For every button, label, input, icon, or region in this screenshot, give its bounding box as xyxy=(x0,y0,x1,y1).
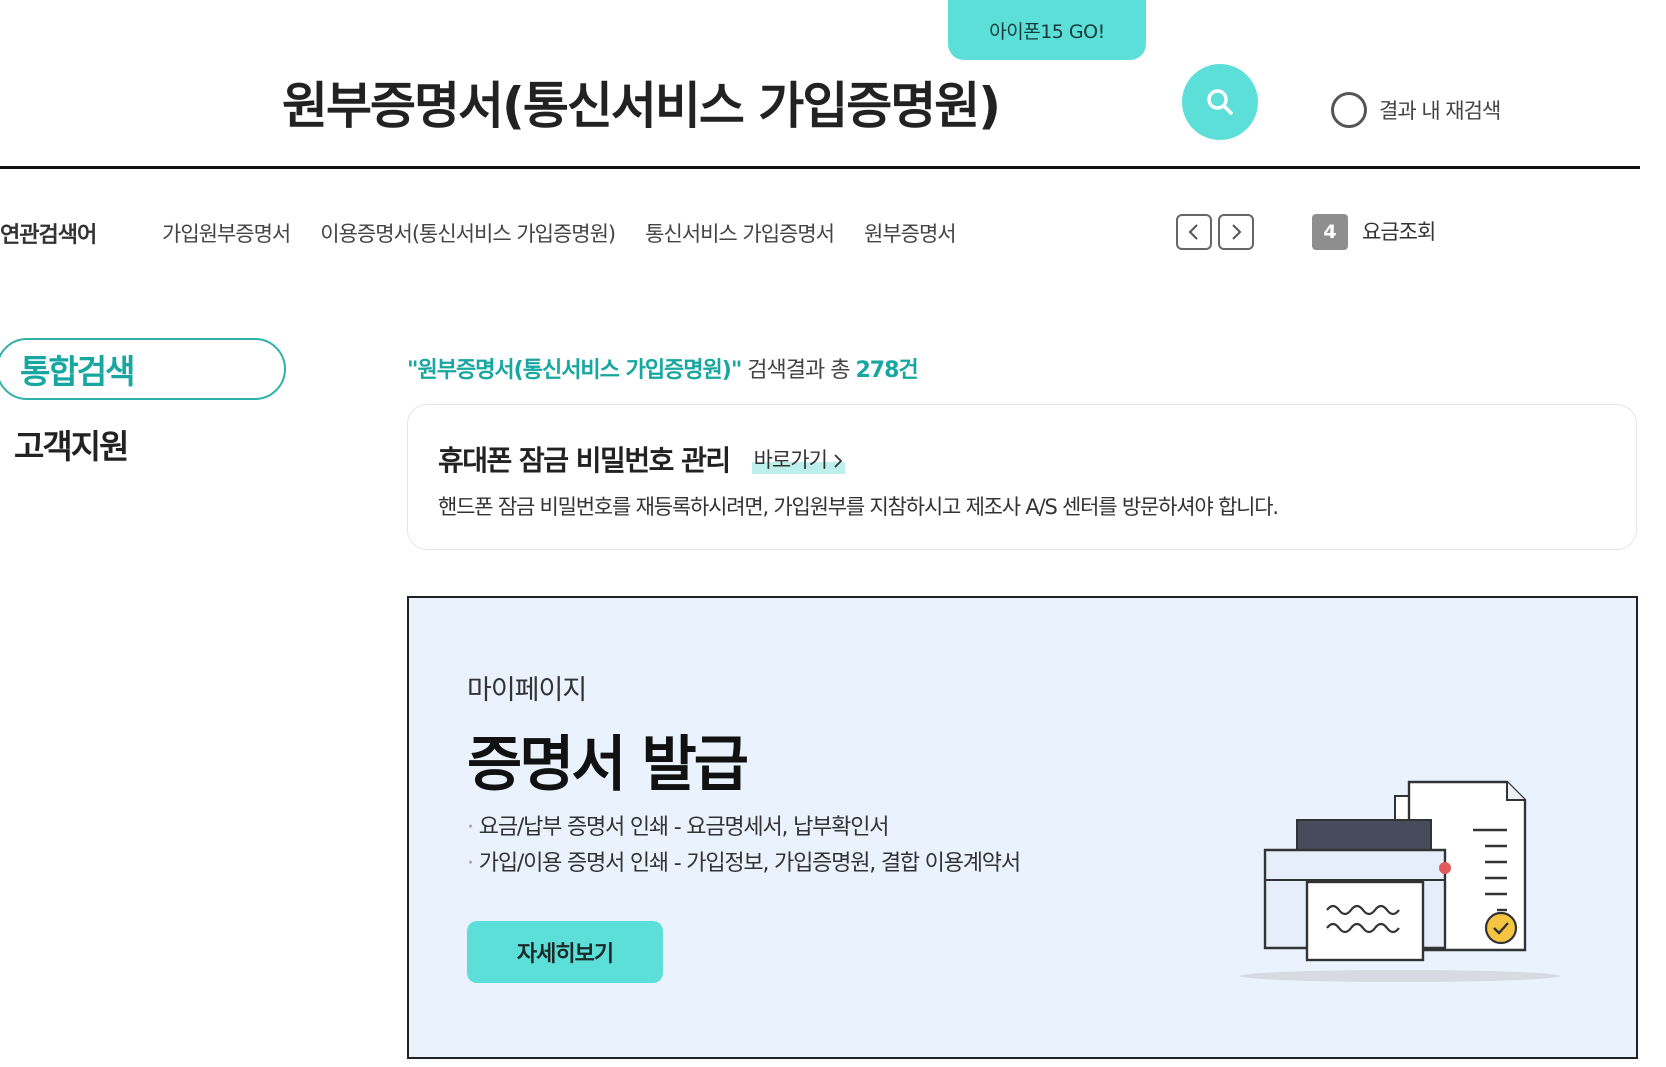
research-label: 결과 내 재검색 xyxy=(1379,99,1501,123)
search-query-title[interactable]: 원부증명서(통신서비스 가입증명원) xyxy=(282,66,1001,138)
sidebar-item-integrated-search[interactable]: 통합검색 xyxy=(0,338,286,400)
chevron-right-icon xyxy=(1232,224,1242,240)
research-within-results[interactable]: 결과 내 재검색 xyxy=(1331,92,1501,128)
view-details-button[interactable]: 자세히보기 xyxy=(467,921,663,983)
promo-button[interactable]: 아이폰15 GO! xyxy=(948,0,1146,60)
result-count: 278건 xyxy=(855,358,918,383)
result-card: 휴대폰 잠금 비밀번호 관리 바로가기 핸드폰 잠금 비밀번호를 재등록하시려면… xyxy=(407,404,1637,550)
related-keyword[interactable]: 이용증명서(통신서비스 가입증명원) xyxy=(320,218,616,248)
related-prev-button[interactable] xyxy=(1176,214,1212,250)
related-keyword[interactable]: 원부증명서 xyxy=(864,218,957,248)
result-card-title: 휴대폰 잠금 비밀번호 관리 xyxy=(438,444,731,477)
popular-rank-badge: 4 xyxy=(1312,214,1348,250)
result-count-prefix: 검색결과 총 xyxy=(741,358,856,383)
banner-bullet-list: 요금/납부 증명서 인쇄 - 요금명세서, 납부확인서 가입/이용 증명서 인쇄… xyxy=(467,810,1021,882)
chevron-right-icon xyxy=(833,454,842,468)
shortcut-link-label: 바로가기 xyxy=(753,448,828,472)
printer-illustration xyxy=(1240,780,1560,982)
certificate-banner: 마이페이지 증명서 발급 요금/납부 증명서 인쇄 - 요금명세서, 납부확인서… xyxy=(407,596,1638,1059)
search-icon xyxy=(1207,89,1233,115)
sidebar-item-customer-support[interactable]: 고객지원 xyxy=(14,420,129,468)
related-keyword[interactable]: 통신서비스 가입증명서 xyxy=(645,218,835,248)
related-keywords-title: 연관검색어 xyxy=(0,223,97,248)
related-keywords-list: 가입원부증명서 이용증명서(통신서비스 가입증명원) 통신서비스 가입증명서 원… xyxy=(162,218,957,248)
banner-bullet: 요금/납부 증명서 인쇄 - 요금명세서, 납부확인서 xyxy=(467,810,1020,846)
banner-title: 증명서 발급 xyxy=(467,730,749,800)
banner-subtitle: 마이페이지 xyxy=(467,675,587,706)
related-keyword[interactable]: 가입원부증명서 xyxy=(162,218,291,248)
banner-bullet: 가입/이용 증명서 인쇄 - 가입정보, 가입증명원, 결합 이용계약서 xyxy=(467,846,1021,882)
result-summary: "원부증명서(통신서비스 가입증명원)" 검색결과 총 278건 xyxy=(407,352,919,384)
result-query: "원부증명서(통신서비스 가입증명원)" xyxy=(407,358,742,383)
shortcut-link[interactable]: 바로가기 xyxy=(751,444,845,474)
related-next-button[interactable] xyxy=(1218,214,1254,250)
chevron-left-icon xyxy=(1188,224,1198,240)
result-card-description: 핸드폰 잠금 비밀번호를 재등록하시려면, 가입원부를 지참하시고 제조사 A/… xyxy=(438,495,1279,519)
search-button[interactable] xyxy=(1182,64,1258,140)
research-radio[interactable] xyxy=(1331,92,1367,128)
popular-keyword[interactable]: 요금조회 xyxy=(1362,216,1436,246)
header-divider xyxy=(0,166,1640,169)
